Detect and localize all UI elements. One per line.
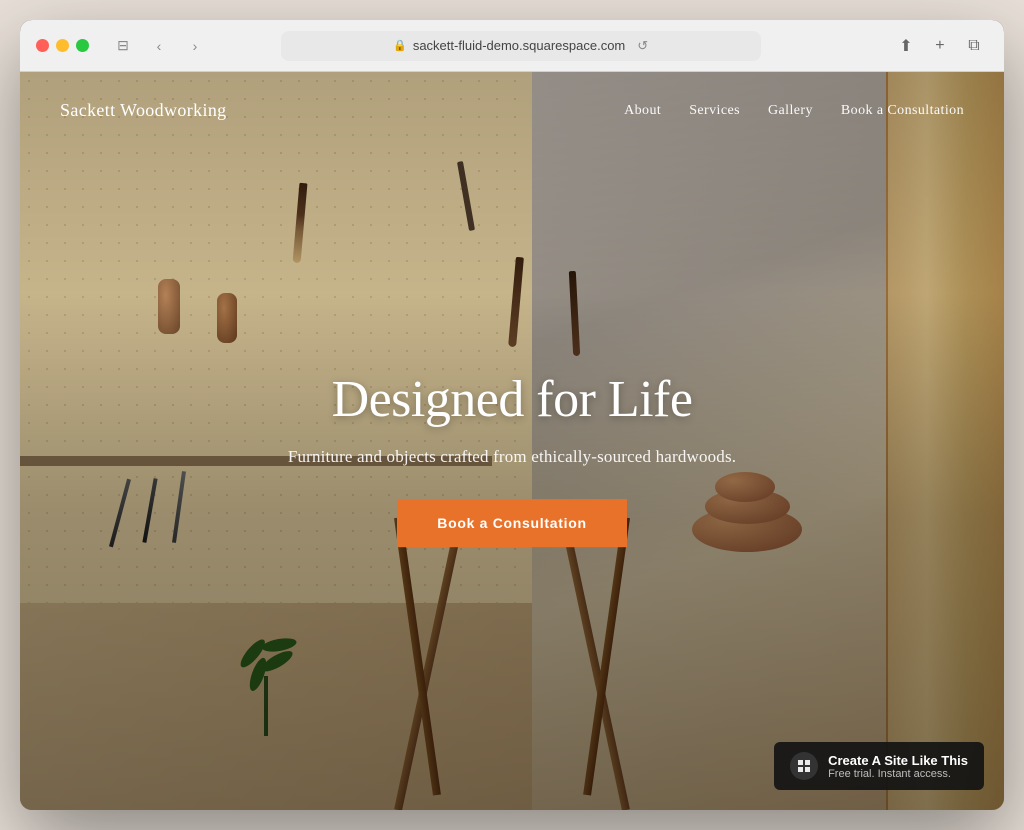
url-text: sackett-fluid-demo.squarespace.com <box>413 38 625 53</box>
browser-chrome: ⊟ ‹ › 🔒 sackett-fluid-demo.squarespace.c… <box>20 20 1004 72</box>
new-tab-button[interactable]: + <box>926 32 954 60</box>
close-button[interactable] <box>36 39 49 52</box>
badge-text: Create A Site Like This Free trial. Inst… <box>828 753 968 780</box>
sidebar-toggle-button[interactable]: ⊟ <box>109 32 137 60</box>
nav-link-gallery[interactable]: Gallery <box>768 103 813 119</box>
browser-actions: ⬆ + ⧉ <box>892 32 988 60</box>
hero-content: Designed for Life Furniture and objects … <box>212 370 812 547</box>
nav-link-about[interactable]: About <box>624 103 661 119</box>
cta-button[interactable]: Book a Consultation <box>397 499 626 547</box>
hero-title: Designed for Life <box>212 370 812 429</box>
nav-links: About Services Gallery Book a Consultati… <box>624 103 964 119</box>
back-button[interactable]: ‹ <box>145 32 173 60</box>
forward-button[interactable]: › <box>181 32 209 60</box>
badge-title: Create A Site Like This <box>828 753 968 768</box>
lock-icon: 🔒 <box>393 39 407 52</box>
nav-link-book[interactable]: Book a Consultation <box>841 103 964 119</box>
badge-subtitle: Free trial. Instant access. <box>828 768 968 780</box>
navigation: Sackett Woodworking About Services Galle… <box>20 72 1004 149</box>
squarespace-badge[interactable]: Create A Site Like This Free trial. Inst… <box>774 742 984 790</box>
traffic-lights <box>36 39 89 52</box>
share-button[interactable]: ⬆ <box>892 32 920 60</box>
nav-link-services[interactable]: Services <box>689 103 740 119</box>
site-logo[interactable]: Sackett Woodworking <box>60 100 227 121</box>
maximize-button[interactable] <box>76 39 89 52</box>
hero-subtitle: Furniture and objects crafted from ethic… <box>212 447 812 467</box>
window-button[interactable]: ⧉ <box>960 32 988 60</box>
browser-controls: ⊟ ‹ › <box>109 32 209 60</box>
website-content: Sackett Woodworking About Services Galle… <box>20 72 1004 810</box>
address-bar[interactable]: 🔒 sackett-fluid-demo.squarespace.com ↺ <box>281 31 761 61</box>
browser-window: ⊟ ‹ › 🔒 sackett-fluid-demo.squarespace.c… <box>20 20 1004 810</box>
reload-icon[interactable]: ↺ <box>637 38 648 54</box>
minimize-button[interactable] <box>56 39 69 52</box>
squarespace-icon <box>790 752 818 780</box>
